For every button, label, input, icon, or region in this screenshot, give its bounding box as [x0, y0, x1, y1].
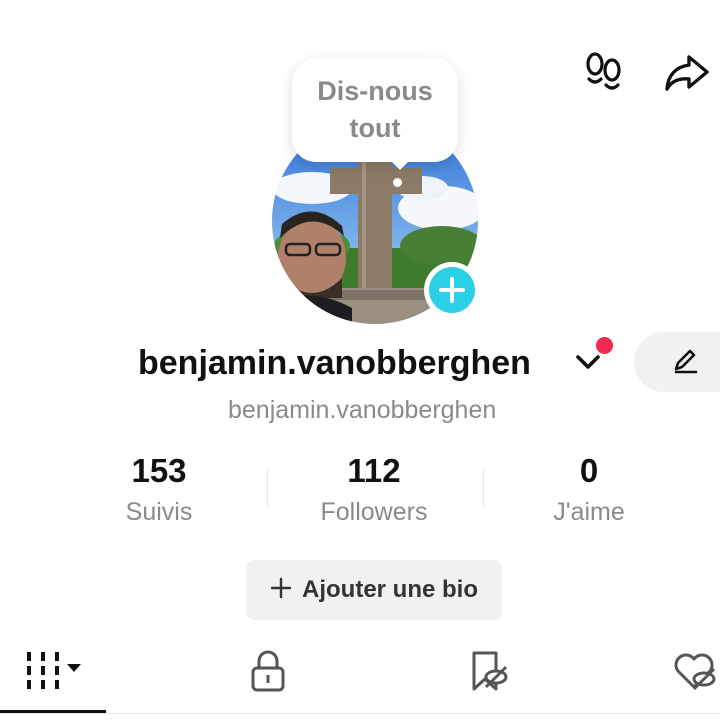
profile-handle: benjamin.vanobberghen: [228, 396, 497, 424]
bubble-tail: [388, 158, 412, 170]
stat-likes-label: J'aime: [553, 498, 625, 526]
stat-followers-value: 112: [347, 452, 401, 489]
stat-divider: [267, 470, 268, 506]
edit-profile-button[interactable]: [634, 332, 720, 392]
tab-videos[interactable]: [0, 640, 106, 706]
stat-likes[interactable]: 0 J'aime: [504, 450, 674, 530]
plus-icon: [429, 267, 475, 313]
footprints-icon[interactable]: [578, 48, 628, 98]
lock-icon: [248, 649, 288, 698]
bookmark-eye-off-icon: [466, 649, 510, 698]
status-bubble[interactable]: Dis-nous tout: [292, 58, 458, 162]
plus-icon: [270, 577, 292, 604]
username: benjamin.vanobberghen: [138, 344, 531, 382]
stat-followers[interactable]: 112 Followers: [289, 450, 459, 530]
chevron-down-icon[interactable]: [574, 352, 602, 377]
notification-dot: [596, 337, 613, 354]
tab-private[interactable]: [236, 640, 300, 706]
add-bio-label: Ajouter une bio: [302, 576, 478, 603]
stat-following[interactable]: 153 Suivis: [74, 450, 244, 530]
heart-eye-off-icon: [670, 649, 718, 698]
share-arrow-icon[interactable]: [662, 48, 712, 98]
tab-liked[interactable]: [664, 640, 720, 706]
pencil-icon: [670, 345, 700, 380]
bubble-text: Dis-nous tout: [317, 76, 433, 143]
stat-likes-value: 0: [579, 452, 599, 489]
stat-followers-label: Followers: [320, 498, 428, 526]
bubble-dot: [393, 178, 402, 187]
grid-icon: [21, 650, 85, 697]
add-bio-button[interactable]: Ajouter une bio: [246, 560, 502, 620]
stat-divider: [483, 470, 484, 506]
tab-saved[interactable]: [456, 640, 520, 706]
add-photo-button[interactable]: [424, 262, 480, 318]
tab-bar-divider: [0, 713, 720, 714]
stat-following-label: Suivis: [125, 498, 193, 526]
stat-following-value: 153: [131, 452, 187, 489]
